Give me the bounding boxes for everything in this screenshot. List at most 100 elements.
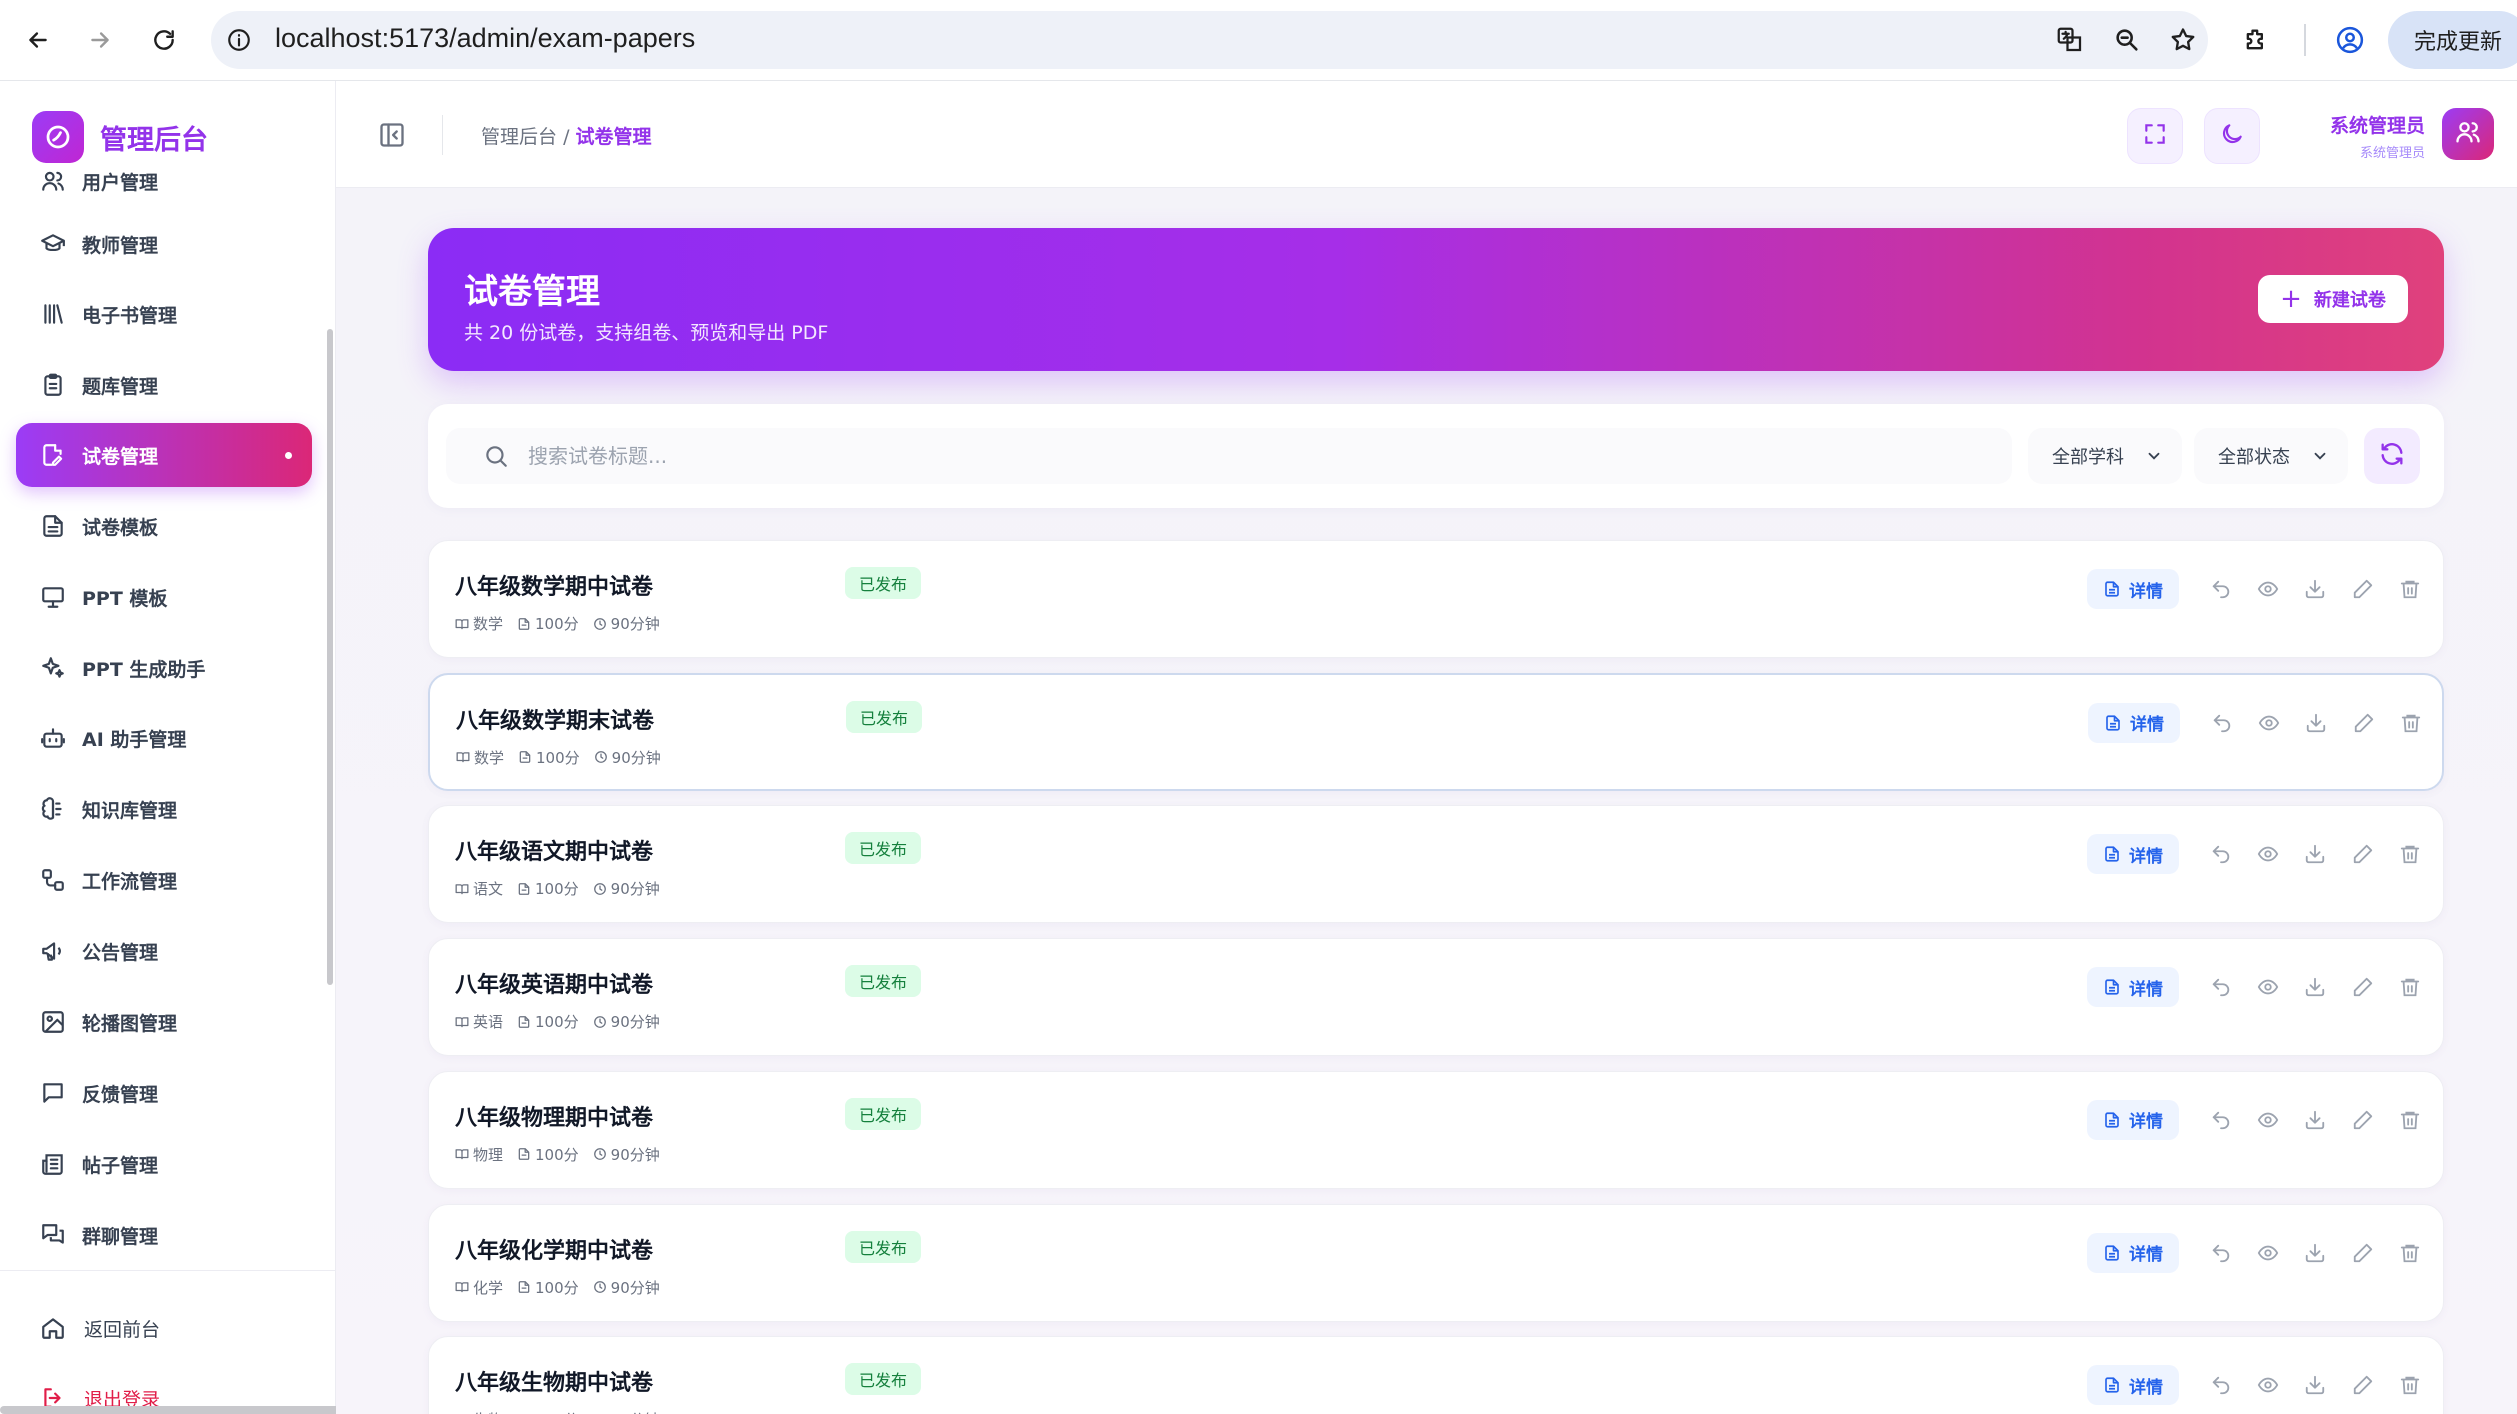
user-info[interactable]: 系统管理员 系统管理员 bbox=[2330, 111, 2425, 161]
sidebar-scrollbar[interactable] bbox=[327, 329, 333, 985]
duration-text: 90分钟 bbox=[611, 748, 661, 767]
detail-button[interactable]: 详情 bbox=[2087, 1099, 2179, 1140]
exam-paper-card[interactable]: 八年级数学期末试卷 已发布 数学 100分 90分钟 详情 bbox=[428, 672, 2444, 791]
refresh-button[interactable] bbox=[2364, 428, 2420, 484]
download-icon[interactable] bbox=[2300, 1238, 2330, 1268]
sidebar-item-group-chats[interactable]: 群聊管理 bbox=[16, 1203, 312, 1267]
score-text: 100分 bbox=[535, 1013, 579, 1032]
horizontal-scrollbar[interactable] bbox=[0, 1406, 392, 1414]
download-icon[interactable] bbox=[2301, 708, 2331, 738]
delete-trash-icon[interactable] bbox=[2395, 1105, 2425, 1135]
sidebar-item-exam-papers[interactable]: 试卷管理 bbox=[16, 423, 312, 487]
preview-eye-icon[interactable] bbox=[2253, 972, 2283, 1002]
page-banner: 试卷管理 共 20 份试卷，支持组卷、预览和导出 PDF + 新建试卷 bbox=[428, 228, 2444, 371]
preview-eye-icon[interactable] bbox=[2253, 1370, 2283, 1400]
address-bar[interactable]: localhost:5173/admin/exam-papers bbox=[211, 11, 2208, 69]
sidebar-item-carousel[interactable]: 轮播图管理 bbox=[16, 990, 312, 1054]
exam-paper-card[interactable]: 八年级生物期中试卷 已发布 生物 100分 90分钟 详情 bbox=[428, 1336, 2444, 1414]
translate-icon[interactable] bbox=[2054, 24, 2086, 56]
download-icon[interactable] bbox=[2300, 1105, 2330, 1135]
exam-paper-card[interactable]: 八年级化学期中试卷 已发布 化学 100分 90分钟 详情 bbox=[428, 1203, 2444, 1322]
preview-eye-icon[interactable] bbox=[2253, 839, 2283, 869]
sidebar-item-workflows[interactable]: 工作流管理 bbox=[16, 848, 312, 912]
chevron-down-icon bbox=[2144, 446, 2164, 466]
exam-paper-card[interactable]: 八年级物理期中试卷 已发布 物理 100分 90分钟 详情 bbox=[428, 1070, 2444, 1189]
sidebar-item-users[interactable]: 用户管理 bbox=[16, 149, 312, 213]
detail-button[interactable]: 详情 bbox=[2087, 569, 2179, 609]
fullscreen-button[interactable] bbox=[2127, 108, 2183, 164]
sidebar-item-announcements[interactable]: 公告管理 bbox=[16, 919, 312, 983]
unpublish-icon[interactable] bbox=[2206, 972, 2236, 1002]
site-info-icon[interactable] bbox=[223, 24, 255, 56]
detail-button[interactable]: 详情 bbox=[2087, 1365, 2179, 1406]
back-to-frontend-link[interactable]: 返回前台 bbox=[38, 1308, 160, 1348]
exam-paper-card[interactable]: 八年级语文期中试卷 已发布 语文 100分 90分钟 详情 bbox=[428, 805, 2444, 924]
exam-paper-card[interactable]: 八年级数学期中试卷 已发布 数学 100分 90分钟 详情 bbox=[428, 540, 2444, 658]
profile-icon[interactable] bbox=[2330, 20, 2370, 60]
preview-eye-icon[interactable] bbox=[2254, 708, 2284, 738]
sidebar-item-ppt-assistant[interactable]: PPT 生成助手 bbox=[16, 636, 312, 700]
sidebar-item-feedback[interactable]: 反馈管理 bbox=[16, 1061, 312, 1125]
delete-trash-icon[interactable] bbox=[2395, 574, 2425, 604]
download-icon[interactable] bbox=[2300, 1370, 2330, 1400]
avatar[interactable] bbox=[2442, 108, 2494, 160]
new-exam-paper-button[interactable]: + 新建试卷 bbox=[2258, 275, 2408, 323]
theme-toggle-button[interactable] bbox=[2204, 108, 2260, 164]
status-select[interactable]: 全部状态 bbox=[2194, 428, 2348, 484]
file-icon bbox=[518, 1281, 530, 1293]
duration-text: 90分钟 bbox=[610, 1013, 660, 1032]
breadcrumb-root[interactable]: 管理后台 bbox=[481, 126, 557, 148]
top-header: 管理后台 / 试卷管理 系统管理员 系统管理员 bbox=[336, 81, 2517, 188]
update-button[interactable]: 完成更新 bbox=[2388, 11, 2517, 69]
detail-button[interactable]: 详情 bbox=[2087, 967, 2179, 1008]
edit-pencil-icon[interactable] bbox=[2348, 574, 2378, 604]
sidebar-item-exam-templates[interactable]: 试卷模板 bbox=[16, 494, 312, 558]
sidebar-item-posts[interactable]: 帖子管理 bbox=[16, 1132, 312, 1196]
delete-trash-icon[interactable] bbox=[2395, 1370, 2425, 1400]
unpublish-icon[interactable] bbox=[2206, 1370, 2236, 1400]
forward-icon[interactable] bbox=[80, 20, 120, 60]
sidebar-item-ebooks[interactable]: 电子书管理 bbox=[16, 282, 312, 346]
delete-trash-icon[interactable] bbox=[2395, 972, 2425, 1002]
detail-button[interactable]: 详情 bbox=[2087, 1232, 2179, 1273]
extensions-icon[interactable] bbox=[2236, 20, 2276, 60]
download-icon[interactable] bbox=[2300, 839, 2330, 869]
detail-button[interactable]: 详情 bbox=[2087, 834, 2179, 875]
file-text-icon bbox=[2105, 846, 2119, 862]
sidebar-item-ai-assistants[interactable]: AI 助手管理 bbox=[16, 706, 312, 770]
preview-eye-icon[interactable] bbox=[2253, 1238, 2283, 1268]
detail-label: 详情 bbox=[2129, 1377, 2163, 1398]
sidebar-item-ppt-templates[interactable]: PPT 模板 bbox=[16, 565, 312, 629]
zoom-icon[interactable] bbox=[2111, 24, 2143, 56]
back-icon[interactable] bbox=[18, 20, 58, 60]
unpublish-icon[interactable] bbox=[2207, 708, 2237, 738]
search-input[interactable] bbox=[528, 436, 1928, 476]
detail-button[interactable]: 详情 bbox=[2088, 702, 2180, 743]
delete-trash-icon[interactable] bbox=[2396, 708, 2426, 738]
edit-pencil-icon[interactable] bbox=[2348, 1105, 2378, 1135]
sidebar-item-teachers[interactable]: 教师管理 bbox=[16, 212, 312, 276]
exam-paper-card[interactable]: 八年级英语期中试卷 已发布 英语 100分 90分钟 详情 bbox=[428, 938, 2444, 1057]
reload-icon[interactable] bbox=[144, 20, 184, 60]
edit-pencil-icon[interactable] bbox=[2348, 972, 2378, 1002]
preview-eye-icon[interactable] bbox=[2253, 1105, 2283, 1135]
delete-trash-icon[interactable] bbox=[2395, 1238, 2425, 1268]
unpublish-icon[interactable] bbox=[2206, 839, 2236, 869]
edit-pencil-icon[interactable] bbox=[2348, 839, 2378, 869]
preview-eye-icon[interactable] bbox=[2253, 574, 2283, 604]
sidebar-item-question-bank[interactable]: 题库管理 bbox=[16, 353, 312, 417]
search-box[interactable] bbox=[446, 428, 2012, 484]
edit-pencil-icon[interactable] bbox=[2348, 1370, 2378, 1400]
unpublish-icon[interactable] bbox=[2206, 1105, 2236, 1135]
edit-pencil-icon[interactable] bbox=[2348, 1238, 2378, 1268]
edit-pencil-icon[interactable] bbox=[2349, 708, 2379, 738]
sidebar-toggle-icon[interactable] bbox=[376, 119, 408, 151]
delete-trash-icon[interactable] bbox=[2395, 839, 2425, 869]
download-icon[interactable] bbox=[2300, 972, 2330, 1002]
bookmark-star-icon[interactable] bbox=[2167, 24, 2199, 56]
unpublish-icon[interactable] bbox=[2206, 574, 2236, 604]
download-icon[interactable] bbox=[2300, 574, 2330, 604]
sidebar-item-knowledge-base[interactable]: 知识库管理 bbox=[16, 777, 312, 841]
unpublish-icon[interactable] bbox=[2206, 1238, 2236, 1268]
subject-select[interactable]: 全部学科 bbox=[2028, 428, 2182, 484]
